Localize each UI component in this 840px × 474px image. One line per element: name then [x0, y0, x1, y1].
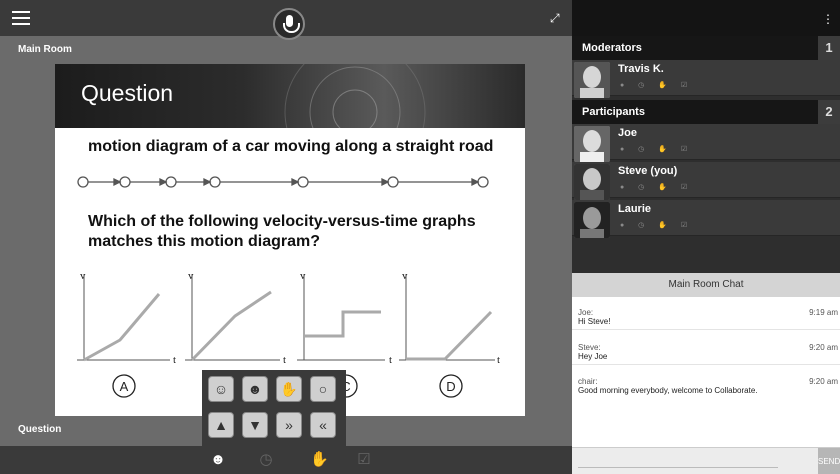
option-label-d: D	[446, 379, 455, 394]
motion-dot	[119, 176, 131, 188]
check-icon[interactable]: ☑	[356, 452, 372, 468]
laugh-emoji-button[interactable]: ☻	[242, 376, 268, 402]
motion-dot	[165, 176, 177, 188]
presentation-slide: Question motion diagram of a car moving …	[55, 64, 525, 416]
send-button[interactable]: SEND	[818, 448, 840, 474]
applause-emoji-button[interactable]: ✋	[276, 376, 302, 402]
chat-time: 9:20 am	[809, 343, 838, 352]
emoji-icon[interactable]: ☻	[210, 452, 226, 468]
axis-v-label: v	[300, 270, 306, 282]
thumbs-down-button[interactable]: ▼	[242, 412, 268, 438]
attendee-row[interactable]: Travis K. ● ◷ ✋ ☑	[572, 60, 840, 98]
attendee-status-icons: ● ◷ ✋ ☑	[620, 222, 694, 229]
motion-dot	[297, 176, 309, 188]
faster-button[interactable]: »	[276, 412, 302, 438]
attendee-name: Travis K.	[618, 63, 664, 75]
moderators-count: 1	[818, 36, 840, 60]
axis-v-label: v	[402, 270, 408, 282]
chat-message: chair: Good morning everybody, welcome t…	[572, 374, 840, 398]
attendee-status-icons: ● ◷ ✋ ☑	[620, 82, 694, 89]
clock-icon[interactable]: ◷	[258, 452, 274, 468]
chat-time: 9:19 am	[809, 308, 838, 317]
axis-t-label: t	[173, 354, 176, 366]
avatar	[574, 164, 610, 200]
attendee-name: Laurie	[618, 203, 652, 215]
moderators-label: Moderators	[582, 42, 642, 54]
chat-input[interactable]	[578, 456, 778, 468]
chat-message: Joe: Hi Steve! 9:19 am	[572, 305, 840, 330]
chat-sender: Steve:	[578, 343, 601, 352]
axis-v-label: v	[80, 270, 86, 282]
motion-dot	[477, 176, 489, 188]
menu-icon[interactable]	[12, 11, 30, 25]
main-stage: ⤢ Main Room Question motion diagram of a…	[0, 0, 572, 474]
chat-sender: chair:	[578, 377, 598, 386]
chat-message: Steve: Hey Joe 9:20 am	[572, 340, 840, 365]
attendee-status-icons: ● ◷ ✋ ☑	[620, 184, 694, 191]
avatar	[574, 126, 610, 162]
bottom-room-label: Question	[18, 424, 62, 435]
slide-header: Question	[55, 64, 525, 128]
axis-t-label: t	[389, 354, 392, 366]
moderators-header: Moderators 1	[572, 36, 840, 60]
motion-dot	[209, 176, 221, 188]
motion-dot	[387, 176, 399, 188]
motion-diagram	[77, 176, 489, 188]
motion-dot	[77, 176, 89, 188]
axis-t-label: t	[497, 354, 500, 366]
participants-count: 2	[818, 100, 840, 124]
attendee-name: Steve (you)	[618, 165, 678, 177]
axis-v-label: v	[188, 270, 194, 282]
graph-b-line	[190, 290, 272, 362]
chat-time: 9:20 am	[809, 377, 838, 386]
top-toolbar: ⤢	[0, 0, 572, 40]
chat-input-bar: SEND	[572, 447, 840, 474]
thumbs-up-button[interactable]: ▲	[208, 412, 234, 438]
emoji-popup: ☺ ☻ ✋ ○ ▲ ▼ » «	[202, 370, 346, 446]
graph-c-line	[304, 310, 381, 338]
raise-hand-icon[interactable]: ✋	[310, 452, 329, 468]
attendee-row[interactable]: Laurie ● ◷ ✋ ☑	[572, 200, 840, 238]
attendee-status-icons: ● ◷ ✋ ☑	[620, 146, 694, 153]
side-panel: ⋮ Moderators 1 Travis K. ● ◷ ✋ ☑ Partici…	[572, 0, 840, 474]
side-panel-toolbar: ⋮	[572, 0, 840, 36]
fullscreen-icon[interactable]: ⤢	[550, 12, 562, 24]
room-label: Main Room	[18, 44, 72, 55]
chat-text: Good morning everybody, welcome to Colla…	[578, 386, 758, 395]
axis-t-label: t	[283, 354, 286, 366]
surprised-emoji-button[interactable]: ○	[310, 376, 336, 402]
chat-text: Hi Steve!	[578, 317, 611, 326]
slide-title: Question	[81, 80, 174, 106]
chat-title: Main Room Chat	[572, 273, 840, 297]
chat-text: Hey Joe	[578, 352, 608, 361]
attendee-row[interactable]: Steve (you) ● ◷ ✋ ☑	[572, 162, 840, 200]
slide-subtitle: motion diagram of a car moving along a s…	[88, 138, 494, 155]
avatar	[574, 62, 610, 98]
avatar	[574, 202, 610, 238]
participants-label: Participants	[582, 106, 645, 118]
slower-button[interactable]: «	[310, 412, 336, 438]
chat-sender: Joe:	[578, 308, 594, 317]
bottom-toolbar: ☻ ◷ ✋ ☑	[0, 446, 572, 474]
participants-header: Participants 2	[572, 100, 840, 124]
option-label-a: A	[120, 379, 129, 394]
attendee-row[interactable]: Joe ● ◷ ✋ ☑	[572, 124, 840, 162]
graph-d-line	[406, 310, 493, 361]
more-options-icon[interactable]: ⋮	[822, 12, 834, 26]
attendee-name: Joe	[618, 127, 637, 139]
collaborate-app: ⤢ Main Room Question motion diagram of a…	[0, 0, 840, 474]
smile-emoji-button[interactable]: ☺	[208, 376, 234, 402]
graph-a-line	[83, 293, 161, 362]
chat-messages: Joe: Hi Steve! 9:19 am Steve: Hey Joe 9:…	[572, 297, 840, 447]
question-text: Which of the following velocity-versus-t…	[88, 213, 476, 250]
microphone-icon[interactable]	[273, 8, 305, 40]
